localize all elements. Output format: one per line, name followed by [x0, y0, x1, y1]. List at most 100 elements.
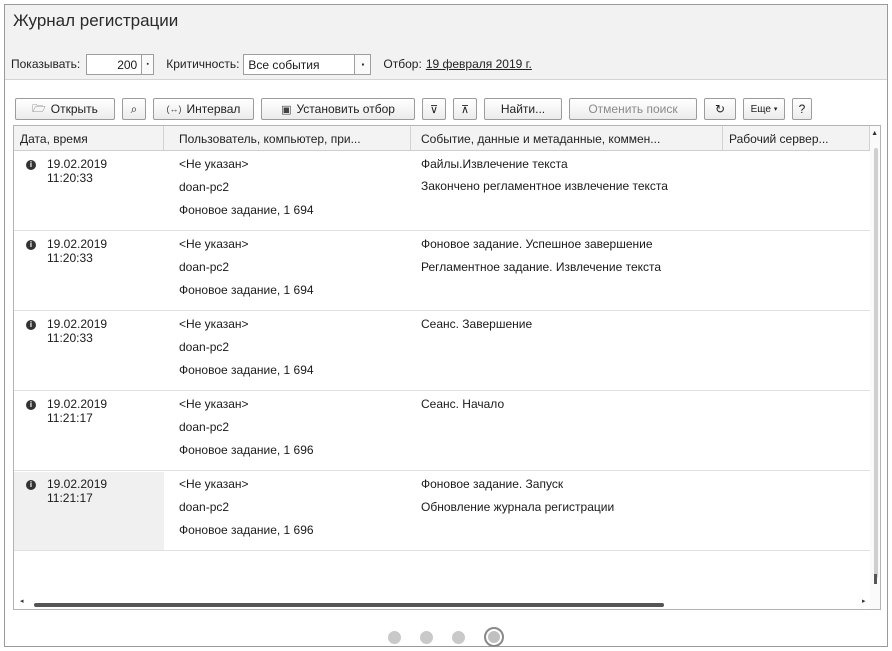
date-cell: i 19.02.2019 11:20:33 — [14, 152, 164, 230]
user-text: <Не указан> — [179, 237, 249, 251]
table-row[interactable]: i 19.02.2019 11:21:17 <Не указан> doan-p… — [14, 392, 870, 471]
selection-label: Отбор: — [383, 57, 422, 71]
time-text: 11:20:33 — [47, 171, 93, 185]
interval-icon: (↔) — [166, 104, 182, 114]
clear-filter-button[interactable]: ⊼ — [453, 98, 477, 120]
user-text: <Не указан> — [179, 157, 249, 171]
event-log-window: Журнал регистрации Показывать: 200 ▪ Кри… — [4, 4, 888, 647]
chevron-down-icon: ▪ — [146, 60, 149, 68]
user-cell: <Не указан> doan-pc2 Фоновое задание, 1 … — [179, 477, 419, 546]
time-text: 11:20:33 — [47, 251, 93, 265]
open-icon: 🗁 — [32, 102, 46, 115]
info-icon: i — [26, 240, 36, 250]
date-text: 19.02.2019 — [47, 237, 108, 251]
interval-button[interactable]: (↔) Интервал — [153, 98, 254, 120]
scroll-left-icon[interactable]: ◂ — [20, 597, 24, 605]
event-cell: Фоновое задание. Запуск Обновление журна… — [421, 477, 721, 523]
time-text: 11:21:17 — [47, 411, 93, 425]
event-text: Сеанс. Начало — [421, 397, 505, 411]
cancel-search-button[interactable]: Отменить поиск — [569, 98, 697, 120]
interval-button-label: Интервал — [186, 102, 241, 116]
criticality-select[interactable]: Все события — [243, 53, 356, 75]
criticality-dropdown-button[interactable]: ▪ — [355, 53, 372, 75]
column-header-event[interactable]: Событие, данные и метаданные, коммен... — [411, 126, 723, 151]
help-button[interactable]: ? — [792, 98, 812, 120]
vertical-scroll-handle[interactable] — [874, 574, 877, 584]
column-header-user[interactable]: Пользователь, компьютер, при... — [164, 126, 411, 151]
vertical-scrollbar[interactable]: ▲ — [870, 126, 880, 609]
application-text: Фоновое задание, 1 694 — [179, 283, 314, 297]
event-text: Фоновое задание. Успешное завершение — [421, 237, 653, 251]
time-text: 11:21:17 — [47, 491, 93, 505]
column-header-date[interactable]: Дата, время — [14, 126, 164, 151]
page-title: Журнал регистрации — [13, 11, 179, 30]
table-row[interactable]: i 19.02.2019 11:20:33 <Не указан> doan-p… — [14, 152, 870, 231]
toolbar: 🗁 Открыть ⌕ (↔) Интервал ▣ Установить от… — [15, 97, 812, 121]
page-indicator — [388, 627, 523, 647]
filter-value-icon: ⊽ — [429, 103, 439, 116]
search-button[interactable]: ⌕ — [122, 98, 146, 120]
event-text: Файлы.Извлечение текста — [421, 157, 568, 171]
computer-text: doan-pc2 — [179, 500, 230, 514]
user-text: <Не указан> — [179, 477, 249, 491]
header-panel: Журнал регистрации Показывать: 200 ▪ Кри… — [5, 5, 887, 80]
set-filter-button[interactable]: ▣ Установить отбор — [261, 98, 415, 120]
datetime: 19.02.2019 11:20:33 — [47, 157, 107, 185]
event-cell: Файлы.Извлечение текста Закончено реглам… — [421, 157, 721, 203]
page-dot[interactable] — [452, 630, 465, 644]
date-cell: i 19.02.2019 11:20:33 — [14, 312, 164, 390]
selection-date-link[interactable]: 19 февраля 2019 г. — [426, 57, 532, 71]
user-text: <Не указан> — [179, 317, 249, 331]
info-icon: i — [26, 480, 36, 490]
search-icon: ⌕ — [130, 101, 138, 116]
table-header: Дата, время Пользователь, компьютер, при… — [14, 126, 880, 151]
page-dot[interactable] — [420, 630, 433, 644]
table-row-selected[interactable]: i 19.02.2019 11:21:17 <Не указан> doan-p… — [14, 472, 870, 551]
date-text: 19.02.2019 — [47, 397, 108, 411]
application-text: Фоновое задание, 1 696 — [179, 443, 314, 457]
info-icon: i — [26, 160, 36, 170]
application-text: Фоновое задание, 1 694 — [179, 203, 314, 217]
computer-text: doan-pc2 — [179, 340, 230, 354]
datetime: 19.02.2019 11:21:17 — [47, 397, 107, 425]
date-cell: i 19.02.2019 11:21:17 — [14, 392, 164, 470]
date-text: 19.02.2019 — [47, 157, 108, 171]
info-icon: i — [26, 320, 36, 330]
show-count-field[interactable]: 200 — [86, 53, 143, 75]
table-row[interactable]: i 19.02.2019 11:20:33 <Не указан> doan-p… — [14, 232, 870, 311]
vertical-scroll-thumb[interactable] — [874, 148, 878, 578]
page-dot-active[interactable] — [484, 627, 504, 647]
show-label: Показывать: — [11, 57, 81, 71]
application-text: Фоновое задание, 1 696 — [179, 523, 314, 537]
chevron-down-icon: ▾ — [773, 106, 778, 113]
find-button[interactable]: Найти... — [484, 98, 562, 120]
computer-text: doan-pc2 — [179, 260, 230, 274]
user-text: <Не указан> — [179, 397, 249, 411]
application-text: Фоновое задание, 1 694 — [179, 363, 314, 377]
computer-text: doan-pc2 — [179, 420, 230, 434]
refresh-icon: ↻ — [714, 102, 726, 116]
user-cell: <Не указан> doan-pc2 Фоновое задание, 1 … — [179, 157, 419, 226]
set-filter-button-label: Установить отбор — [296, 102, 395, 116]
datetime: 19.02.2019 11:20:33 — [47, 317, 107, 345]
criticality-label: Критичность: — [166, 57, 240, 71]
more-button[interactable]: Еще ▾ — [743, 98, 785, 120]
filter-icon: ▣ — [281, 103, 292, 116]
open-button[interactable]: 🗁 Открыть — [15, 98, 115, 120]
filter-by-value-button[interactable]: ⊽ — [422, 98, 446, 120]
horizontal-scrollbar[interactable] — [34, 603, 664, 607]
date-text: 19.02.2019 — [47, 317, 108, 331]
column-header-server[interactable]: Рабочий сервер... — [723, 126, 870, 151]
date-cell: i 19.02.2019 11:21:17 — [14, 472, 164, 550]
page-dot[interactable] — [388, 630, 401, 644]
scroll-right-icon[interactable]: ▸ — [862, 597, 866, 605]
date-text: 19.02.2019 — [47, 477, 108, 491]
event-text: Сеанс. Завершение — [421, 317, 533, 331]
table-row[interactable]: i 19.02.2019 11:20:33 <Не указан> doan-p… — [14, 312, 870, 391]
user-cell: <Не указан> doan-pc2 Фоновое задание, 1 … — [179, 237, 419, 306]
scroll-up-icon[interactable]: ▲ — [871, 130, 878, 137]
time-text: 11:20:33 — [47, 331, 93, 345]
show-count-dropdown-button[interactable]: ▪ — [142, 53, 155, 75]
metadata-text: Регламентное задание. Извлечение текста — [421, 260, 662, 274]
refresh-button[interactable]: ↻ — [704, 98, 736, 120]
